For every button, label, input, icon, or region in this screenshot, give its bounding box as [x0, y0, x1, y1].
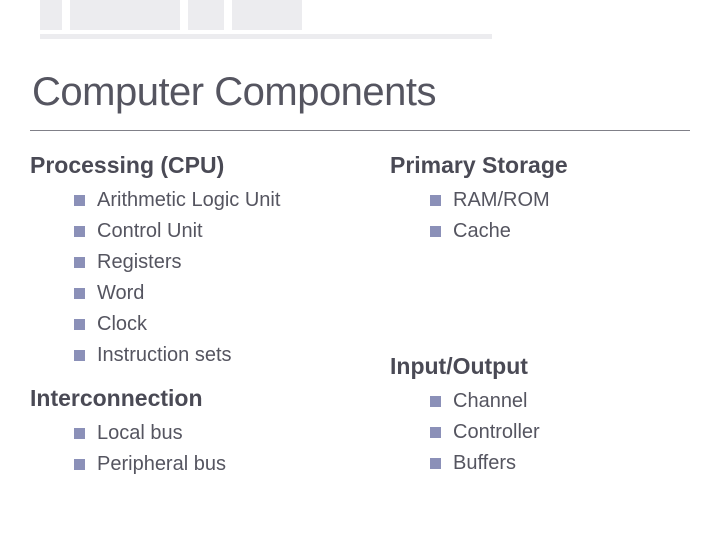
section-header-processing: Processing (CPU): [30, 152, 380, 179]
section-processing: Processing (CPU) Arithmetic Logic Unit C…: [30, 152, 380, 371]
square-bullet-icon: [74, 226, 85, 237]
item-text: Peripheral bus: [97, 451, 226, 478]
item-text: Local bus: [97, 420, 183, 447]
section-interconnection: Interconnection Local bus Peripheral bus: [30, 385, 380, 480]
content-area: Processing (CPU) Arithmetic Logic Unit C…: [30, 152, 690, 486]
square-bullet-icon: [430, 195, 441, 206]
item-text: Controller: [453, 419, 540, 446]
section-header-input-output: Input/Output: [380, 353, 690, 380]
item-text: Registers: [97, 249, 181, 276]
list-item: Arithmetic Logic Unit: [30, 185, 380, 216]
list-item: Registers: [30, 247, 380, 278]
square-bullet-icon: [74, 459, 85, 470]
interconnection-items: Local bus Peripheral bus: [30, 418, 380, 480]
list-item: Control Unit: [30, 216, 380, 247]
list-item: Controller: [380, 417, 690, 448]
item-text: RAM/ROM: [453, 187, 550, 214]
section-primary-storage: Primary Storage RAM/ROM Cache: [380, 152, 690, 247]
slide-title: Computer Components: [32, 70, 436, 115]
list-item: RAM/ROM: [380, 185, 690, 216]
right-column: Primary Storage RAM/ROM Cache Input/Outp…: [380, 152, 690, 486]
io-items: Channel Controller Buffers: [380, 386, 690, 479]
item-text: Word: [97, 280, 144, 307]
square-bullet-icon: [430, 458, 441, 469]
list-item: Peripheral bus: [30, 449, 380, 480]
item-text: Clock: [97, 311, 147, 338]
primary-storage-items: RAM/ROM Cache: [380, 185, 690, 247]
square-bullet-icon: [430, 396, 441, 407]
section-header-primary-storage: Primary Storage: [380, 152, 690, 179]
list-item: Cache: [380, 216, 690, 247]
list-item: Channel: [380, 386, 690, 417]
item-text: Instruction sets: [97, 342, 232, 369]
section-input-output: Input/Output Channel Controller Buffers: [380, 353, 690, 479]
list-item: Buffers: [380, 448, 690, 479]
list-item: Word: [30, 278, 380, 309]
square-bullet-icon: [430, 427, 441, 438]
square-bullet-icon: [74, 195, 85, 206]
item-text: Control Unit: [97, 218, 203, 245]
item-text: Cache: [453, 218, 511, 245]
left-column: Processing (CPU) Arithmetic Logic Unit C…: [30, 152, 380, 486]
square-bullet-icon: [74, 257, 85, 268]
list-item: Instruction sets: [30, 340, 380, 371]
square-bullet-icon: [74, 288, 85, 299]
item-text: Channel: [453, 388, 528, 415]
square-bullet-icon: [430, 226, 441, 237]
square-bullet-icon: [74, 319, 85, 330]
square-bullet-icon: [74, 428, 85, 439]
processing-items: Arithmetic Logic Unit Control Unit Regis…: [30, 185, 380, 371]
decorative-header-bars: [0, 0, 720, 44]
title-underline: [30, 130, 690, 131]
section-header-interconnection: Interconnection: [30, 385, 380, 412]
list-item: Local bus: [30, 418, 380, 449]
item-text: Arithmetic Logic Unit: [97, 187, 280, 214]
list-item: Clock: [30, 309, 380, 340]
item-text: Buffers: [453, 450, 516, 477]
square-bullet-icon: [74, 350, 85, 361]
